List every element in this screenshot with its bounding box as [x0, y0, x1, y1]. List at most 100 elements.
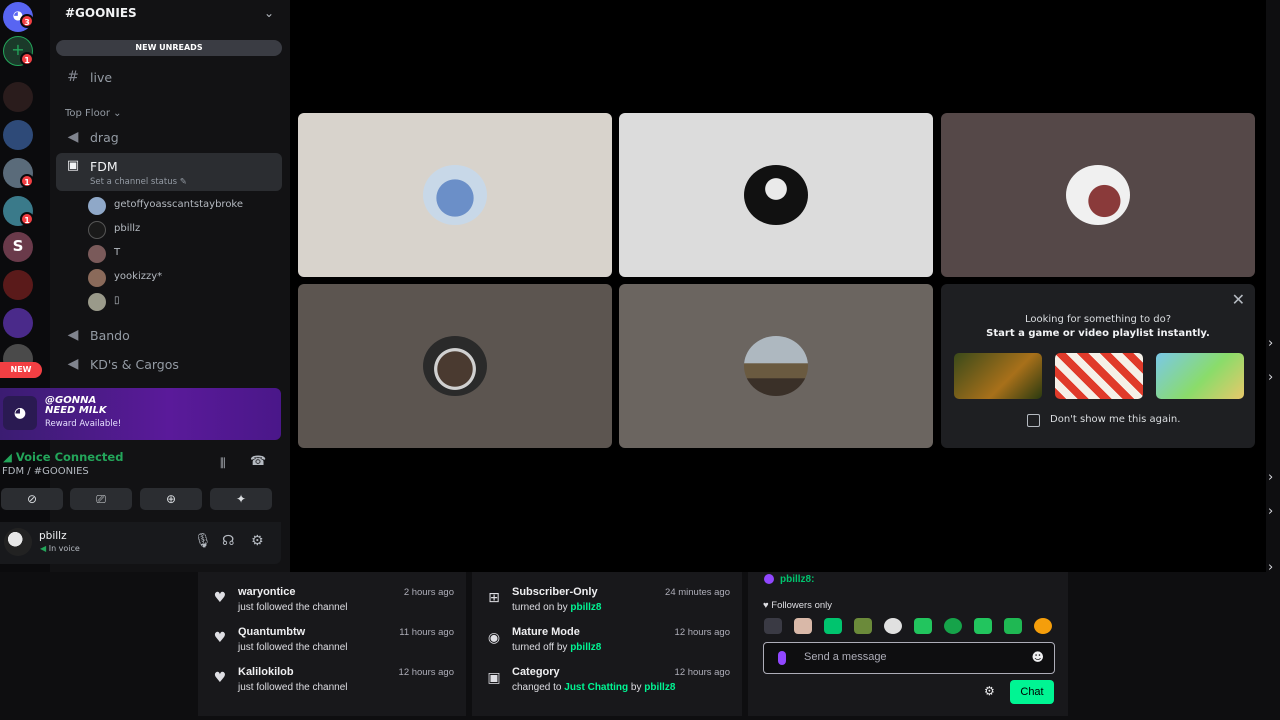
new-pill[interactable]: NEW [0, 362, 42, 378]
close-icon[interactable]: ✕ [1232, 290, 1245, 309]
video-tile[interactable] [298, 284, 612, 448]
stream-chat: pbillz8: ♥ Followers only Send a message… [748, 572, 1068, 716]
chat-button[interactable]: Chat [1010, 680, 1054, 704]
soundboard-button[interactable]: ✦ [210, 488, 272, 510]
voice-panel: ◢ Voice Connected FDM / #GOONIES ⫼ ☎ ⊘ ⎚… [0, 446, 281, 518]
chevron-right-icon[interactable]: › [1268, 560, 1273, 575]
headphones-icon[interactable]: ☊ [222, 533, 234, 549]
emote-icon[interactable] [1034, 618, 1052, 634]
game-thumbnail[interactable] [954, 353, 1042, 399]
game-thumbnail[interactable] [1055, 353, 1143, 399]
emote-icon[interactable] [854, 618, 872, 634]
disconnect-icon[interactable]: ☎ [250, 454, 266, 469]
activity-suggestion-card: ✕ Looking for something to do? Start a g… [941, 284, 1255, 448]
emoji-icon[interactable]: ☻ [1031, 650, 1044, 664]
feed-sub: changed to Just Chatting by pbillz8 [512, 682, 676, 693]
game-thumbnail[interactable] [1156, 353, 1244, 399]
emote-icon[interactable] [794, 618, 812, 634]
server-header[interactable]: #GOONIES ⌄ [50, 0, 290, 28]
voice-channel-kds[interactable]: ◀ KD's & Cargos [56, 351, 282, 379]
feed-row[interactable]: ◉ Mature Mode 12 hours ago turned off by… [472, 624, 742, 664]
side-panel [1074, 572, 1280, 716]
emote-icon[interactable] [1004, 618, 1022, 634]
screen-share-button[interactable]: ⎚ [70, 488, 132, 510]
emote-icon[interactable] [944, 618, 962, 634]
feed-time: 24 minutes ago [665, 587, 730, 598]
microphone-icon[interactable]: 🎙︎ [194, 533, 212, 549]
voice-connected-status[interactable]: ◢ Voice Connected [3, 450, 123, 464]
emote-icon[interactable] [974, 618, 992, 634]
chat-user[interactable]: pbillz8: [780, 574, 814, 585]
hash-icon: # [67, 69, 79, 85]
voice-channel-fdm[interactable]: ▣ FDM Set a channel status ✎ [56, 153, 282, 191]
chat-placeholder: Send a message [804, 651, 887, 663]
chevron-right-icon[interactable]: › [1268, 470, 1273, 485]
noise-suppression-icon[interactable]: ⫼ [220, 456, 226, 471]
gear-icon[interactable]: ⚙ [251, 533, 264, 549]
voice-location[interactable]: FDM / #GOONIES [2, 466, 89, 477]
activity-button[interactable]: ⊕ [140, 488, 202, 510]
feed-row[interactable]: ⊞ Subscriber-Only 24 minutes ago turned … [472, 584, 742, 624]
dont-show-checkbox[interactable] [1027, 414, 1040, 427]
new-unreads-bar[interactable]: NEW UNREADS [56, 40, 282, 56]
channel-status[interactable]: Set a channel status ✎ [90, 177, 187, 187]
reward-banner[interactable]: ◕ @GONNA NEED MILK Reward Available! [0, 388, 281, 440]
camera-off-button[interactable]: ⊘ [1, 488, 63, 510]
feed-user: Quantumbtw [238, 626, 306, 638]
emote-icon[interactable] [824, 618, 842, 634]
gear-icon[interactable]: ⚙ [984, 684, 995, 698]
feed-row[interactable]: ♥ Quantumbtw 11 hours ago just followed … [198, 624, 466, 664]
category-top-floor[interactable]: Top Floor ⌄ [65, 108, 122, 119]
reward-title: @GONNA NEED MILK [45, 395, 107, 416]
unread-badge: 3 [20, 14, 34, 28]
voice-channel-drag[interactable]: ◀ drag [56, 124, 282, 152]
heart-icon: ♥ [213, 630, 227, 646]
user-name[interactable]: pbillz [39, 530, 67, 542]
video-tile[interactable] [941, 113, 1255, 277]
video-tile[interactable] [619, 284, 933, 448]
video-tile[interactable] [298, 113, 612, 277]
video-tile[interactable] [619, 113, 933, 277]
server-icon[interactable] [3, 270, 33, 300]
feed-sub: just followed the channel [238, 602, 348, 613]
server-icon[interactable] [3, 82, 33, 112]
user-status: ◀ In voice [40, 544, 80, 553]
feed-row[interactable]: ♥ Kalilokilob 12 hours ago just followed… [198, 664, 466, 704]
participant-avatar [1066, 165, 1130, 225]
discord-window: ◕ 3 + 1 1 1 S NEW #GOONIES ⌄ NEW UNREADS… [0, 0, 1266, 572]
feed-row[interactable]: ♥ waryontice 2 hours ago just followed t… [198, 584, 466, 624]
feed-row[interactable]: ▣ Category 12 hours ago changed to Just … [472, 664, 742, 704]
feed-time: 12 hours ago [674, 667, 730, 678]
speaker-icon: ◀ [67, 129, 79, 145]
unread-badge: 1 [20, 174, 34, 188]
chevron-right-icon[interactable]: › [1268, 336, 1273, 351]
avatar [88, 221, 106, 239]
avatar[interactable] [4, 528, 32, 556]
emote-icon[interactable] [764, 618, 782, 634]
chat-input[interactable]: Send a message ☻ [763, 642, 1055, 674]
mic-icon[interactable] [778, 651, 786, 665]
activity-subprompt: Start a game or video playlist instantly… [986, 328, 1210, 339]
unread-badge: 1 [20, 52, 34, 66]
emote-icon[interactable] [884, 618, 902, 634]
feed-sub: just followed the channel [238, 642, 348, 653]
participant-avatar [744, 165, 808, 225]
channel-name: Bando [90, 328, 130, 343]
feed-title: Category [512, 666, 560, 678]
server-icon[interactable] [3, 308, 33, 338]
server-icon[interactable] [3, 120, 33, 150]
heart-icon: ♥ [213, 590, 227, 606]
channel-live[interactable]: # live [56, 64, 282, 92]
server-icon[interactable]: S [3, 232, 33, 262]
participant-avatar [744, 336, 808, 396]
activity-feed-followers: ♥ waryontice 2 hours ago just followed t… [198, 572, 466, 716]
feed-title: Mature Mode [512, 626, 580, 638]
emote-icon[interactable] [914, 618, 932, 634]
chevron-down-icon[interactable]: ⌄ [264, 6, 274, 20]
chevron-right-icon[interactable]: › [1268, 370, 1273, 385]
feed-sub: turned on by pbillz8 [512, 602, 602, 613]
right-strip [1266, 0, 1280, 572]
voice-channel-bando[interactable]: ◀ Bando [56, 322, 282, 350]
chevron-right-icon[interactable]: › [1268, 504, 1273, 519]
voice-user-name: ▯ [114, 295, 120, 306]
